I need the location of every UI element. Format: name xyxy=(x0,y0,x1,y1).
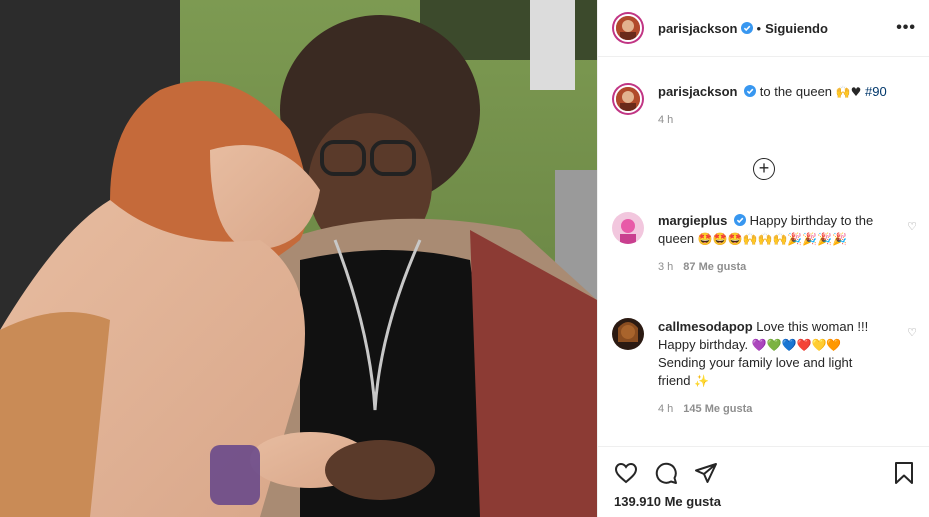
bookmark-icon[interactable] xyxy=(892,461,916,485)
comment-emoji: 💜💚💙❤️💛🧡 xyxy=(751,338,842,352)
caption-hashtag[interactable]: #90 xyxy=(865,84,887,99)
like-comment-icon[interactable]: ♡ xyxy=(907,326,917,339)
like-comment-icon[interactable]: ♡ xyxy=(907,220,917,233)
comment-meta: 3 h 87 Me gusta xyxy=(658,258,888,276)
author-avatar[interactable] xyxy=(612,12,644,44)
verified-icon xyxy=(733,214,746,226)
comment-username[interactable]: callmesodapop xyxy=(658,319,753,334)
following-button[interactable]: Siguiendo xyxy=(765,21,828,36)
verified-icon xyxy=(744,85,757,97)
comment-text-continued: Sending your family love and light frien… xyxy=(658,355,853,388)
action-bar: 139.910 Me gusta xyxy=(598,446,929,517)
author-username[interactable]: parisjackson xyxy=(658,21,738,36)
comment-likes[interactable]: 145 Me gusta xyxy=(683,403,752,415)
like-icon[interactable] xyxy=(614,461,638,485)
caption-username[interactable]: parisjackson xyxy=(658,84,738,99)
likes-count[interactable]: 139.910 Me gusta xyxy=(614,494,721,509)
post-caption: parisjackson to the queen 🙌♥ #90 4 h xyxy=(612,83,917,129)
caption-emoji: 🙌♥ xyxy=(835,85,862,99)
verified-icon xyxy=(740,22,753,34)
comment-time: 4 h xyxy=(658,403,674,415)
separator-dot: • xyxy=(756,20,762,36)
post-image xyxy=(0,0,597,517)
comment-emoji: 🤩🤩🤩🙌🙌🙌🎉🎉🎉🎉 xyxy=(697,232,848,246)
comment-emoji-sparkles: ✨ xyxy=(694,374,710,388)
post-panel: parisjackson • Siguiendo ••• parisjackso… xyxy=(597,0,929,517)
caption-text: to the queen xyxy=(759,84,833,99)
share-icon[interactable] xyxy=(694,461,718,485)
caption-avatar[interactable] xyxy=(612,83,644,115)
comment-time: 3 h xyxy=(658,261,674,273)
post-header: parisjackson • Siguiendo ••• xyxy=(598,0,929,57)
comment-likes[interactable]: 87 Me gusta xyxy=(683,261,746,273)
comment-item: margieplus Happy birthday to the queen 🤩… xyxy=(612,212,917,276)
more-options-icon[interactable]: ••• xyxy=(896,19,916,37)
comment-username[interactable]: margieplus xyxy=(658,213,727,228)
caption-time: 4 h xyxy=(658,114,674,126)
load-more-comments-button[interactable]: + xyxy=(753,158,775,180)
comment-avatar[interactable] xyxy=(612,212,644,244)
comment-avatar[interactable] xyxy=(612,318,644,350)
post-photo[interactable] xyxy=(0,0,597,517)
comment-meta: 4 h 145 Me gusta xyxy=(658,400,888,418)
comment-item: callmesodapop Love this woman !!! Happy … xyxy=(612,318,917,418)
comment-icon[interactable] xyxy=(654,461,678,485)
